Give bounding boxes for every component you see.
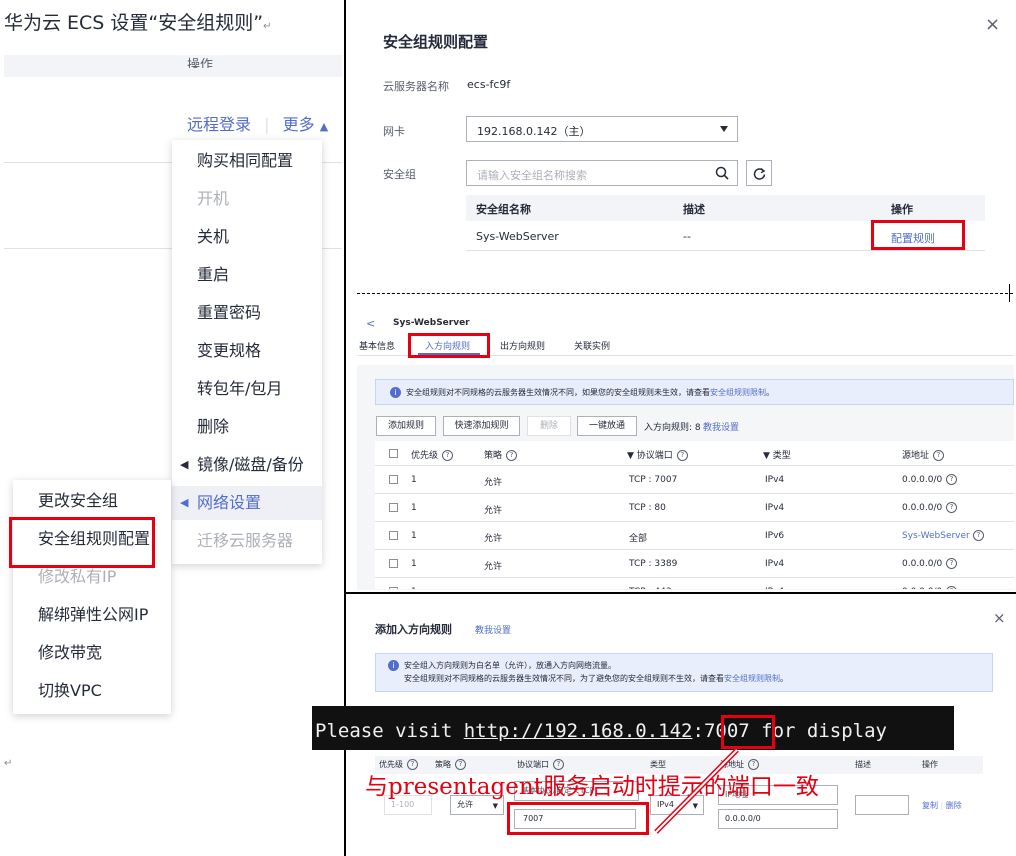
annotation-arrow-icon (654, 748, 739, 834)
